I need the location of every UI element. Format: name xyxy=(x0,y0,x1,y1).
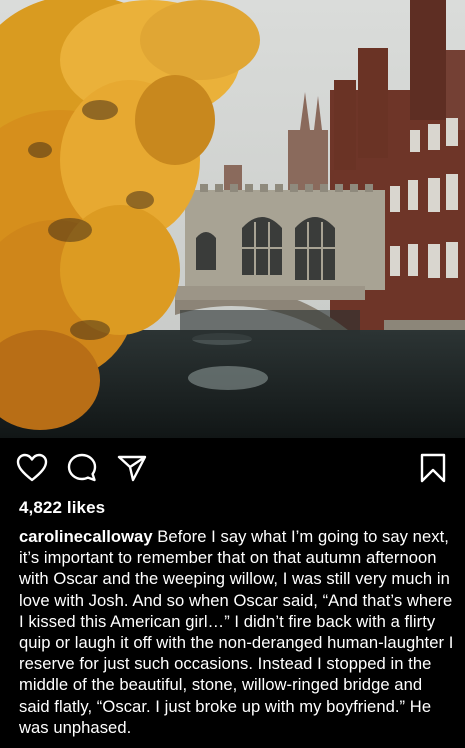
heart-icon[interactable] xyxy=(16,452,48,484)
action-bar xyxy=(0,438,465,496)
caption-username[interactable]: carolinecalloway xyxy=(19,527,153,546)
share-icon[interactable] xyxy=(116,452,148,484)
post-caption: carolinecalloway Before I say what I’m g… xyxy=(19,526,455,738)
bookmark-icon[interactable] xyxy=(417,452,449,484)
like-count[interactable]: 4,822 likes xyxy=(19,498,105,518)
caption-text: Before I say what I’m going to say next,… xyxy=(19,527,454,737)
post-photo-illustration xyxy=(0,0,465,438)
comment-icon[interactable] xyxy=(66,452,98,484)
post-photo[interactable] xyxy=(0,0,465,438)
